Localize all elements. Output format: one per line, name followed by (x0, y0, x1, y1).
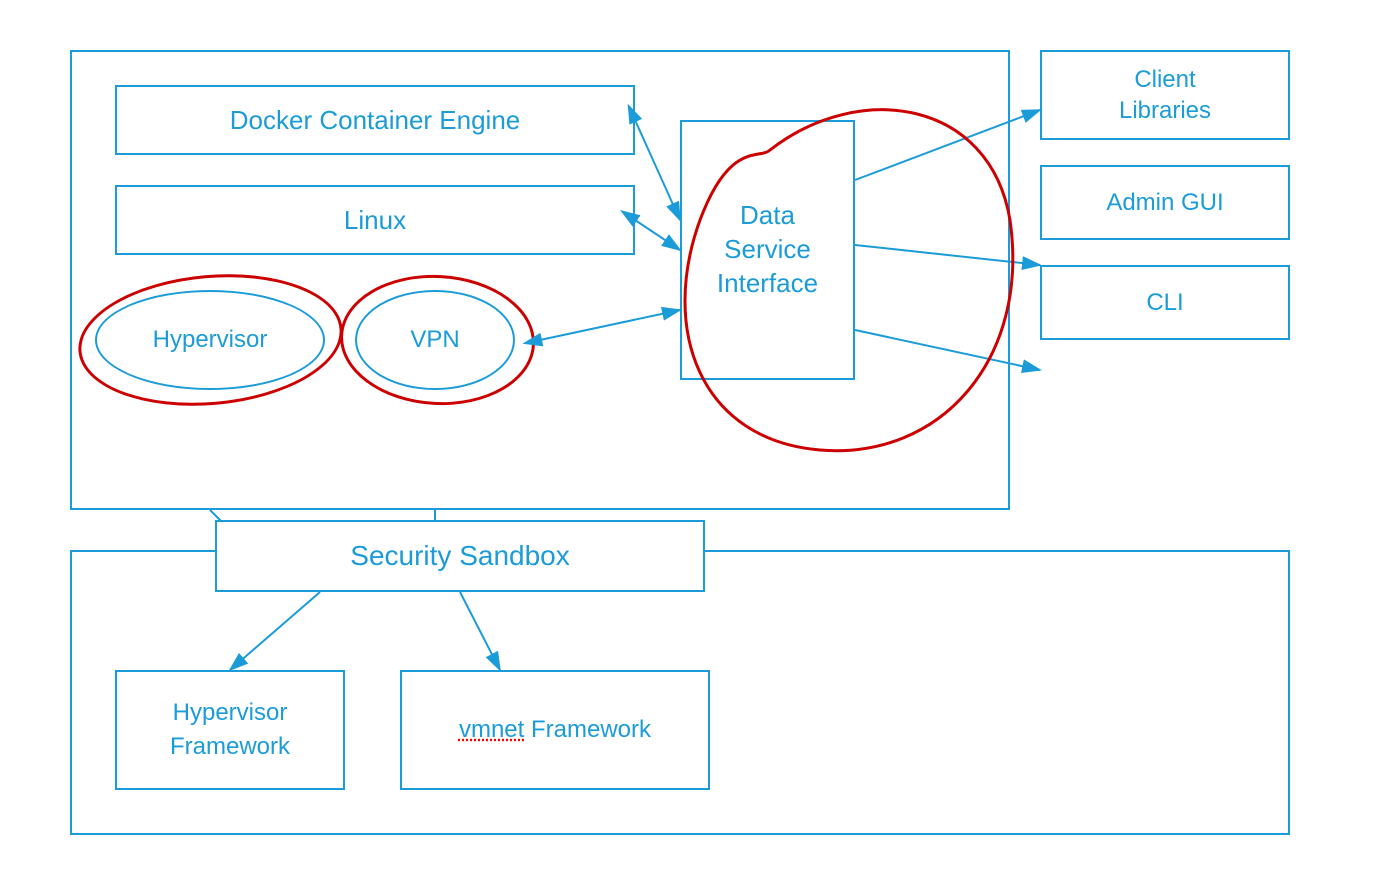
vpn-oval: VPN (355, 290, 515, 390)
hypervisor-framework-box: HypervisorFramework (115, 670, 345, 790)
hypervisor-oval: Hypervisor (95, 290, 325, 390)
dsi-box: DataServiceInterface (680, 120, 855, 380)
cli-box: CLI (1040, 265, 1290, 340)
client-libraries-box: ClientLibraries (1040, 50, 1290, 140)
diagram-container: Docker Container Engine Linux Hypervisor… (40, 20, 1350, 860)
vmnet-framework-box: vmnet Framework (400, 670, 710, 790)
security-sandbox-box: Security Sandbox (215, 520, 705, 592)
right-boxes: ClientLibraries Admin GUI CLI (1040, 50, 1310, 340)
admin-gui-box: Admin GUI (1040, 165, 1290, 240)
linux-box: Linux (115, 185, 635, 255)
docker-box: Docker Container Engine (115, 85, 635, 155)
